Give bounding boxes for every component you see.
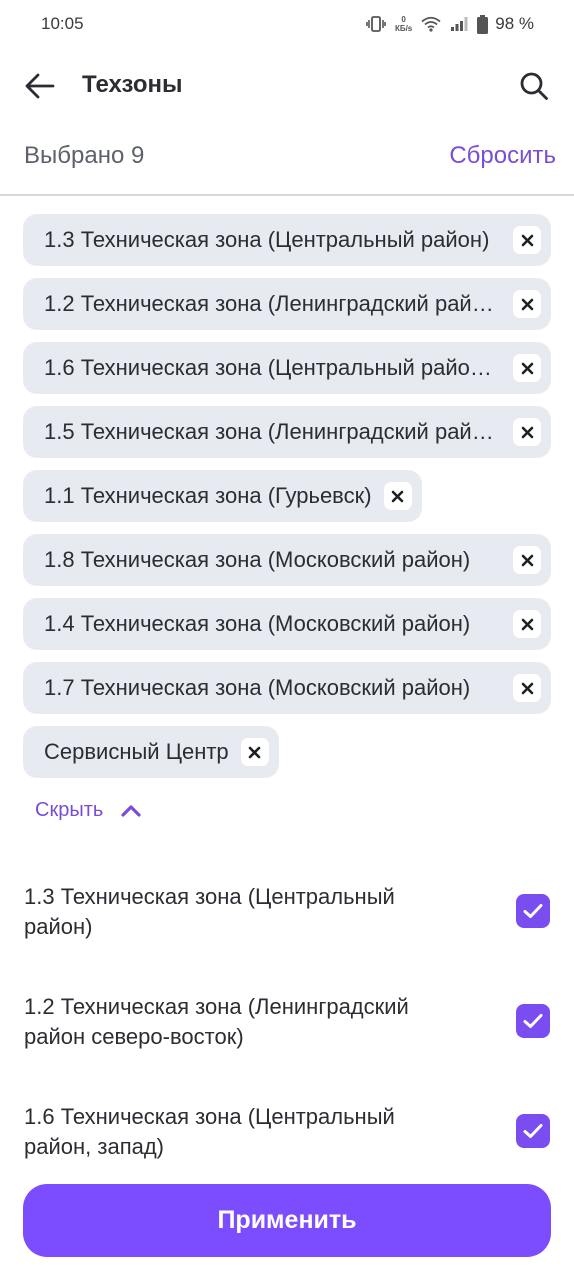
apply-button[interactable]: Применить (23, 1184, 551, 1257)
status-time: 10:05 (41, 14, 84, 33)
chip-label: Сервисный Центр (44, 739, 229, 764)
selected-chip: 1.3 Техническая зона (Центральный район) (23, 214, 551, 266)
chip-label: 1.7 Техническая зона (Московский район) (44, 675, 471, 700)
battery-percentage: 98 % (495, 14, 534, 33)
search-button[interactable] (512, 65, 556, 107)
chip-remove-button[interactable] (383, 482, 412, 510)
close-icon (521, 362, 533, 374)
zone-option-checkbox[interactable] (516, 894, 550, 928)
chip-remove-button[interactable] (513, 546, 541, 574)
chip-remove-button[interactable] (513, 674, 541, 702)
checkmark-icon (523, 1124, 543, 1138)
chip-remove-button[interactable] (513, 418, 541, 446)
close-icon (521, 298, 533, 310)
network-speed-value: 0 (401, 15, 406, 24)
chip-label: 1.1 Техническая зона (Гурьевск) (44, 483, 372, 508)
network-speed-unit: КБ/s (394, 24, 413, 33)
selected-chip: 1.7 Техническая зона (Московский район) (23, 662, 551, 714)
selected-count: Выбрано 9 (24, 142, 145, 169)
zone-option[interactable]: 1.3 Техническая зона (Центральный район) (0, 866, 574, 946)
chip-remove-button[interactable] (513, 290, 541, 318)
close-icon (521, 554, 533, 566)
chip-label: 1.2 Техническая зона (Ленинградский райо… (44, 291, 501, 316)
app-bar: Техзоны (0, 56, 574, 116)
status-icons: 0 КБ/s 98 % (366, 12, 534, 36)
zone-option-label: 1.2 Техническая зона (Ленинградский райо… (24, 994, 409, 1049)
chip-remove-button[interactable] (513, 354, 541, 382)
zone-option-checkbox[interactable] (516, 1004, 550, 1038)
selection-summary: Выбрано 9 Сбросить (0, 132, 574, 180)
chip-label: 1.8 Техническая зона (Московский район) (44, 547, 471, 572)
back-button[interactable] (18, 66, 62, 106)
close-icon (521, 682, 533, 694)
close-icon (521, 234, 533, 246)
selected-chip: 1.8 Техническая зона (Московский район) (23, 534, 551, 586)
zone-option[interactable]: 1.6 Техническая зона (Центральный район,… (0, 1086, 574, 1166)
chip-label: 1.4 Техническая зона (Московский район) (44, 611, 471, 636)
selected-chip: 1.4 Техническая зона (Московский район) (23, 598, 551, 650)
zone-option[interactable]: 1.2 Техническая зона (Ленинградский райо… (0, 976, 574, 1056)
chip-remove-button[interactable] (240, 738, 269, 766)
selected-chip: 1.1 Техническая зона (Гурьевск) (23, 470, 422, 522)
signal-icon (451, 17, 468, 31)
zone-option-label: 1.3 Техническая зона (Центральный район) (24, 884, 395, 939)
chevron-up-icon (121, 804, 141, 817)
checkmark-icon (523, 1014, 543, 1028)
vibrate-icon (366, 16, 386, 32)
arrow-left-icon (25, 73, 55, 99)
collapse-chips-button[interactable]: Скрыть (35, 794, 141, 826)
collapse-label: Скрыть (35, 798, 104, 821)
selected-chip: 1.5 Техническая зона (Ленинградский райо… (23, 406, 551, 458)
reset-button[interactable]: Сбросить (449, 142, 556, 170)
zone-option-label: 1.6 Техническая зона (Центральный район,… (24, 1104, 395, 1159)
chip-remove-button[interactable] (513, 226, 541, 254)
checkmark-icon (523, 904, 543, 918)
close-icon (248, 746, 261, 758)
close-icon (521, 618, 533, 630)
chip-label: 1.5 Техническая зона (Ленинградский райо… (44, 419, 501, 444)
chip-label: 1.6 Техническая зона (Центральный район,… (44, 355, 501, 380)
battery-icon (477, 14, 489, 34)
search-icon (520, 72, 548, 100)
status-bar: 10:05 0 КБ/s 98 % (0, 0, 574, 48)
network-speed: 0 КБ/s (395, 15, 412, 33)
selected-chip: Сервисный Центр (23, 726, 279, 778)
divider (0, 194, 574, 196)
selected-chips: 1.3 Техническая зона (Центральный район)… (23, 214, 551, 778)
selected-chip: 1.6 Техническая зона (Центральный район,… (23, 342, 551, 394)
chip-label: 1.3 Техническая зона (Центральный район) (44, 227, 490, 252)
selected-chip: 1.2 Техническая зона (Ленинградский райо… (23, 278, 551, 330)
chip-remove-button[interactable] (513, 610, 541, 638)
close-icon (391, 490, 404, 502)
page-title: Техзоны (82, 71, 183, 98)
zone-option-checkbox[interactable] (516, 1114, 550, 1148)
wifi-icon (421, 16, 441, 32)
close-icon (521, 426, 533, 438)
